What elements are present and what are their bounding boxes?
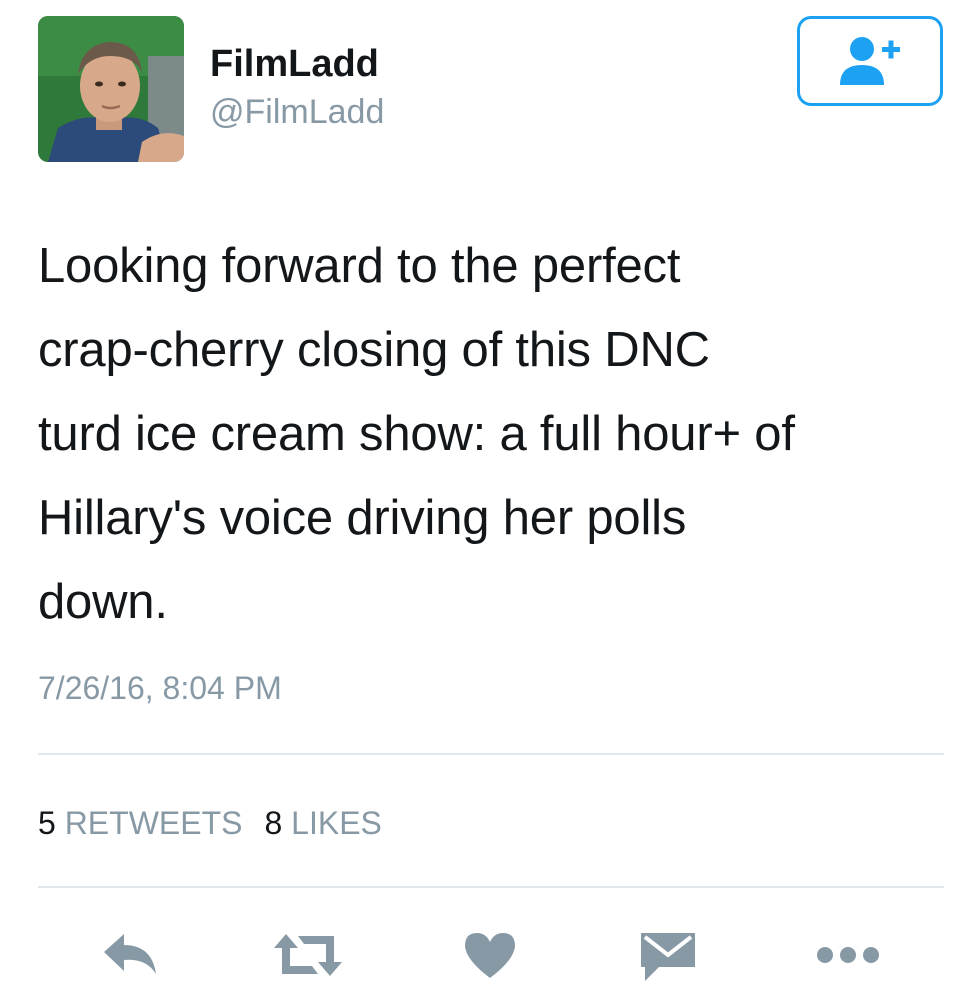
like-heart-icon <box>465 933 515 978</box>
tweet-timestamp[interactable]: 7/26/16, 8:04 PM <box>38 668 282 708</box>
direct-message-button[interactable] <box>630 920 706 990</box>
likes-count: 8 <box>264 805 283 841</box>
follow-user-plus-icon <box>840 37 900 85</box>
tweet-text-line: Looking forward to the perfect <box>38 239 681 293</box>
divider <box>38 886 944 888</box>
tweet-text-line: turd ice cream show: a full hour+ of <box>38 407 795 461</box>
tweet-text: Looking forward to the perfect crap-cher… <box>38 224 948 644</box>
more-options-icon <box>817 947 879 963</box>
profile-photo-icon <box>38 16 184 162</box>
retweets-stat[interactable]: 5 RETWEETS <box>38 803 242 843</box>
more-options-button[interactable] <box>810 920 886 990</box>
retweet-button[interactable] <box>268 920 348 990</box>
tweet-stats: 5 RETWEETS 8 LIKES <box>38 803 382 843</box>
tweet-text-line: crap-cherry closing of this DNC <box>38 323 710 377</box>
user-handle[interactable]: @FilmLadd <box>210 92 384 132</box>
display-name[interactable]: FilmLadd <box>210 42 379 86</box>
tweet-text-line: Hillary's voice driving her polls <box>38 491 687 545</box>
tweet-actions <box>0 920 980 990</box>
retweets-label: RETWEETS <box>64 805 243 841</box>
direct-message-icon <box>641 933 695 981</box>
avatar[interactable] <box>38 16 184 162</box>
retweets-count: 5 <box>38 805 56 841</box>
tweet-text-line: down. <box>38 575 168 629</box>
likes-label: LIKES <box>291 805 382 841</box>
follow-button[interactable] <box>797 16 943 106</box>
reply-icon <box>104 934 156 974</box>
retweet-icon <box>274 934 342 976</box>
reply-button[interactable] <box>95 920 165 990</box>
likes-stat[interactable]: 8 LIKES <box>264 803 381 843</box>
tweet-card: FilmLadd @FilmLadd Looking forward to th… <box>0 0 980 1000</box>
like-button[interactable] <box>455 920 525 990</box>
divider <box>38 753 944 755</box>
